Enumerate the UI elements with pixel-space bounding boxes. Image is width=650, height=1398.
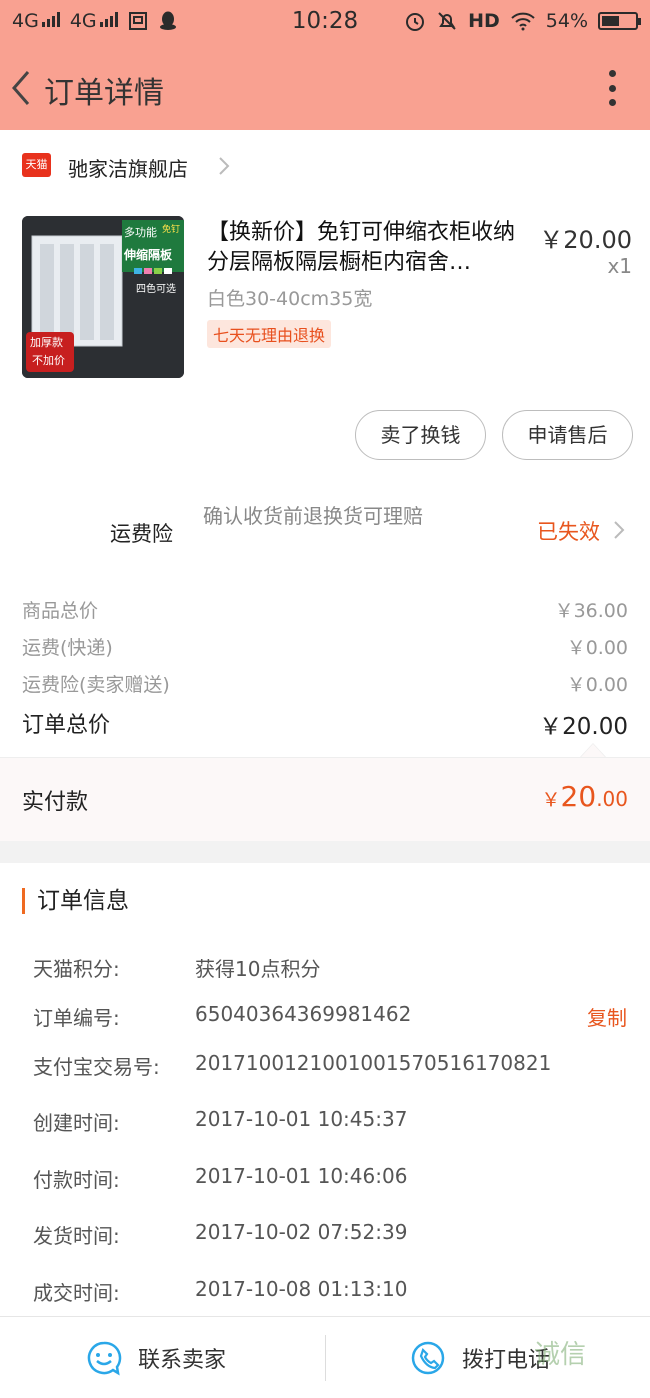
shop-row[interactable]: 天猫 驰家洁旗舰店 xyxy=(0,130,650,204)
tmall-logo: 天猫 xyxy=(22,153,51,177)
product-thumbnail[interactable]: 多功能 免钉 伸缩隔板 四色可选 加厚款 不加价 xyxy=(22,216,184,378)
order-total-value: ￥20.00 xyxy=(539,714,628,740)
insurance-status[interactable]: 已失效 xyxy=(537,516,600,546)
chevron-right-icon xyxy=(219,157,230,175)
order-total-label: 订单总价 xyxy=(22,713,111,738)
section-divider xyxy=(0,841,650,863)
header-bar: 4G 4G 10:28 HD 54% 订单详情 xyxy=(0,0,650,130)
paid-currency: ￥ xyxy=(541,789,561,811)
info-value: 2017100121001001570516170821 xyxy=(195,1051,552,1075)
bottom-divider xyxy=(325,1335,326,1381)
info-key: 支付宝交易号: xyxy=(33,1055,160,1079)
product-title[interactable]: 【换新价】免钉可伸缩衣柜收纳分层隔板隔层橱柜内宿舍… xyxy=(207,218,527,278)
thumb-badge-top: 多功能 xyxy=(124,226,157,239)
battery-icon xyxy=(598,12,641,30)
paid-caret xyxy=(580,743,606,757)
more-menu-icon[interactable] xyxy=(608,70,616,106)
info-key: 天猫积分: xyxy=(33,957,120,981)
thumb-corner: 免钉 xyxy=(162,225,181,235)
shop-name[interactable]: 驰家洁旗舰店 xyxy=(68,153,188,182)
cost-label: 运费险(卖家赠送) xyxy=(22,674,170,696)
contact-seller-label: 联系卖家 xyxy=(138,1348,227,1373)
thumb-colors-label: 四色可选 xyxy=(136,284,176,295)
hd-indicator: HD xyxy=(468,10,500,32)
page-title: 订单详情 xyxy=(44,76,164,111)
cost-label: 商品总价 xyxy=(22,600,99,622)
cost-value: ￥0.00 xyxy=(566,637,628,659)
cost-row-shipping: 运费(快递) ￥0.00 xyxy=(22,633,628,660)
wifi-icon xyxy=(511,12,535,31)
order-total-row: 订单总价 ￥20.00 xyxy=(22,707,628,740)
insurance-description: 确认收货前退换货可理赔 xyxy=(203,504,423,528)
battery-percent: 54% xyxy=(545,10,588,32)
info-key: 成交时间: xyxy=(33,1281,120,1305)
after-sale-button[interactable]: 申请售后 xyxy=(502,410,633,460)
status-bar: 4G 4G 10:28 HD 54% xyxy=(0,0,650,46)
call-seller-button[interactable]: 拨打电话 xyxy=(410,1317,550,1398)
cost-value: ￥36.00 xyxy=(554,600,628,622)
nav-bar: 订单详情 xyxy=(0,46,650,130)
thumb-promo-1: 加厚款 xyxy=(30,336,63,349)
paid-decimal: .00 xyxy=(596,787,628,811)
sell-for-cash-button[interactable]: 卖了换钱 xyxy=(355,410,486,460)
paid-label: 实付款 xyxy=(22,790,89,815)
return-policy-badge: 七天无理由退换 xyxy=(207,320,332,348)
thumb-badge-main: 伸缩隔板 xyxy=(124,248,173,262)
copy-order-number-button[interactable]: 复制 xyxy=(587,1002,627,1031)
paid-integer: 20 xyxy=(560,780,597,813)
info-value: 2017-10-08 01:13:10 xyxy=(195,1277,408,1301)
info-key: 发货时间: xyxy=(33,1224,120,1248)
info-key: 订单编号: xyxy=(33,1006,120,1030)
cost-row-goods: 商品总价 ￥36.00 xyxy=(22,596,628,623)
product-item[interactable]: 多功能 免钉 伸缩隔板 四色可选 加厚款 不加价 【换新价】免钉可伸缩衣柜收纳分… xyxy=(0,204,650,394)
insurance-label: 运费险 xyxy=(110,522,173,546)
chevron-right-icon xyxy=(614,521,625,539)
product-quantity: x1 xyxy=(607,254,632,278)
info-key: 付款时间: xyxy=(33,1168,120,1192)
info-value: 65040364369981462 xyxy=(195,1002,412,1026)
battery-level xyxy=(602,16,620,26)
contact-seller-button[interactable]: 联系卖家 xyxy=(86,1317,226,1398)
shipping-insurance-row[interactable]: 运费险 确认收货前退换货可理赔 已失效 xyxy=(0,490,650,570)
product-sku: 白色30-40cm35宽 xyxy=(207,288,373,310)
chat-face-icon xyxy=(87,1341,122,1376)
thumb-promo-2: 不加价 xyxy=(32,354,65,367)
product-price: ￥20.00 xyxy=(539,226,632,254)
paid-amount: ￥20.00 xyxy=(542,780,628,813)
info-value: 获得10点积分 xyxy=(195,957,321,981)
watermark: 诚信 xyxy=(534,1340,587,1370)
info-value: 2017-10-01 10:46:06 xyxy=(195,1164,408,1188)
mute-icon xyxy=(438,12,456,30)
cost-row-insurance: 运费险(卖家赠送) ￥0.00 xyxy=(22,670,628,697)
phone-icon xyxy=(411,1341,445,1375)
info-value: 2017-10-02 07:52:39 xyxy=(195,1220,408,1244)
cost-value: ￥0.00 xyxy=(566,674,628,696)
info-key: 创建时间: xyxy=(33,1111,120,1135)
alarm-icon xyxy=(406,13,425,31)
back-arrow-icon[interactable] xyxy=(10,68,32,108)
info-value: 2017-10-01 10:45:37 xyxy=(195,1107,408,1131)
order-info-title: 订单信息 xyxy=(22,888,129,914)
cost-label: 运费(快递) xyxy=(22,637,113,659)
paid-amount-row: 实付款 ￥20.00 xyxy=(0,757,650,841)
